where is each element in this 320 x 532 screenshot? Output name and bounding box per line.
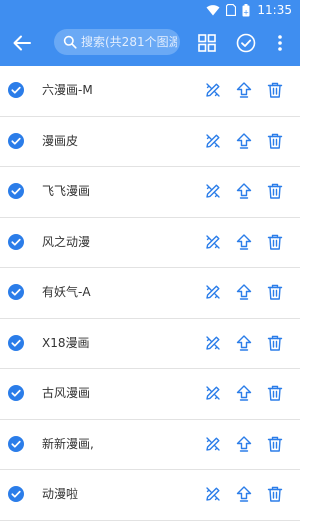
checkbox-checked-icon[interactable] xyxy=(8,233,24,250)
move-to-top-icon[interactable] xyxy=(235,384,253,402)
edit-icon[interactable] xyxy=(204,485,222,503)
delete-icon[interactable] xyxy=(266,132,284,150)
checkbox-checked-icon[interactable] xyxy=(8,334,24,351)
battery-icon: + xyxy=(242,3,250,16)
source-row[interactable]: 飞飞漫画 xyxy=(0,167,300,218)
checkbox-checked-icon[interactable] xyxy=(8,385,24,401)
move-to-top-icon[interactable] xyxy=(235,182,253,200)
search-icon xyxy=(63,35,77,49)
edit-icon[interactable] xyxy=(204,81,222,99)
svg-text:+: + xyxy=(243,8,249,16)
edit-icon[interactable] xyxy=(204,334,222,352)
source-row[interactable]: 六漫画-M xyxy=(0,66,300,117)
search-input[interactable] xyxy=(81,35,177,49)
delete-icon[interactable] xyxy=(266,334,284,352)
source-row[interactable]: 有妖气-A xyxy=(0,268,300,319)
back-arrow-icon[interactable] xyxy=(10,31,34,55)
source-name: 六漫画-M xyxy=(42,83,93,97)
move-to-top-icon[interactable] xyxy=(235,283,253,301)
move-to-top-icon[interactable] xyxy=(235,435,253,453)
delete-icon[interactable] xyxy=(266,283,284,301)
delete-icon[interactable] xyxy=(266,81,284,99)
edit-icon[interactable] xyxy=(204,132,222,150)
source-row[interactable]: 新新漫画, xyxy=(0,420,300,470)
checkbox-checked-icon[interactable] xyxy=(8,486,24,502)
source-row[interactable]: 动漫啦 xyxy=(0,470,300,521)
source-row[interactable]: 风之动漫 xyxy=(0,218,300,268)
checkbox-checked-icon[interactable] xyxy=(8,132,24,149)
edit-icon[interactable] xyxy=(204,182,222,200)
checkbox-checked-icon[interactable] xyxy=(8,435,24,452)
app-bar xyxy=(0,20,300,66)
grid-icon[interactable] xyxy=(195,31,219,55)
source-list: 六漫画-M 漫画皮 飞飞漫画 风之动漫 有妖气-A X18漫画 古风漫画 新新漫… xyxy=(0,66,300,521)
delete-icon[interactable] xyxy=(266,384,284,402)
source-name: 漫画皮 xyxy=(42,133,79,148)
source-row[interactable]: 古风漫画 xyxy=(0,369,300,420)
move-to-top-icon[interactable] xyxy=(235,81,253,99)
move-to-top-icon[interactable] xyxy=(235,334,253,352)
source-name: 动漫啦 xyxy=(42,487,79,501)
source-row[interactable]: X18漫画 xyxy=(0,319,300,369)
checkbox-checked-icon[interactable] xyxy=(8,82,24,98)
edit-icon[interactable] xyxy=(204,435,222,453)
edit-icon[interactable] xyxy=(204,384,222,402)
search-box[interactable] xyxy=(54,29,180,55)
select-all-icon[interactable] xyxy=(234,31,258,55)
more-vert-icon[interactable] xyxy=(268,31,292,55)
checkbox-checked-icon[interactable] xyxy=(8,183,24,199)
move-to-top-icon[interactable] xyxy=(235,233,253,251)
delete-icon[interactable] xyxy=(266,485,284,503)
source-name: 新新漫画, xyxy=(42,436,94,451)
move-to-top-icon[interactable] xyxy=(235,132,253,150)
delete-icon[interactable] xyxy=(266,435,284,453)
wifi-icon xyxy=(206,5,220,16)
edit-icon[interactable] xyxy=(204,233,222,251)
status-bar: + 11:35 xyxy=(0,0,300,20)
source-name: 有妖气-A xyxy=(42,285,91,299)
source-row[interactable]: 漫画皮 xyxy=(0,117,300,167)
sim-icon xyxy=(226,4,236,16)
source-name: 古风漫画 xyxy=(42,386,91,400)
source-name: X18漫画 xyxy=(42,335,90,350)
move-to-top-icon[interactable] xyxy=(235,485,253,503)
edit-icon[interactable] xyxy=(204,283,222,301)
delete-icon[interactable] xyxy=(266,233,284,251)
source-name: 风之动漫 xyxy=(42,234,91,249)
status-time: 11:35 xyxy=(257,3,292,17)
status-icons: + xyxy=(206,3,250,17)
source-name: 飞飞漫画 xyxy=(42,184,91,198)
checkbox-checked-icon[interactable] xyxy=(8,284,24,300)
delete-icon[interactable] xyxy=(266,182,284,200)
